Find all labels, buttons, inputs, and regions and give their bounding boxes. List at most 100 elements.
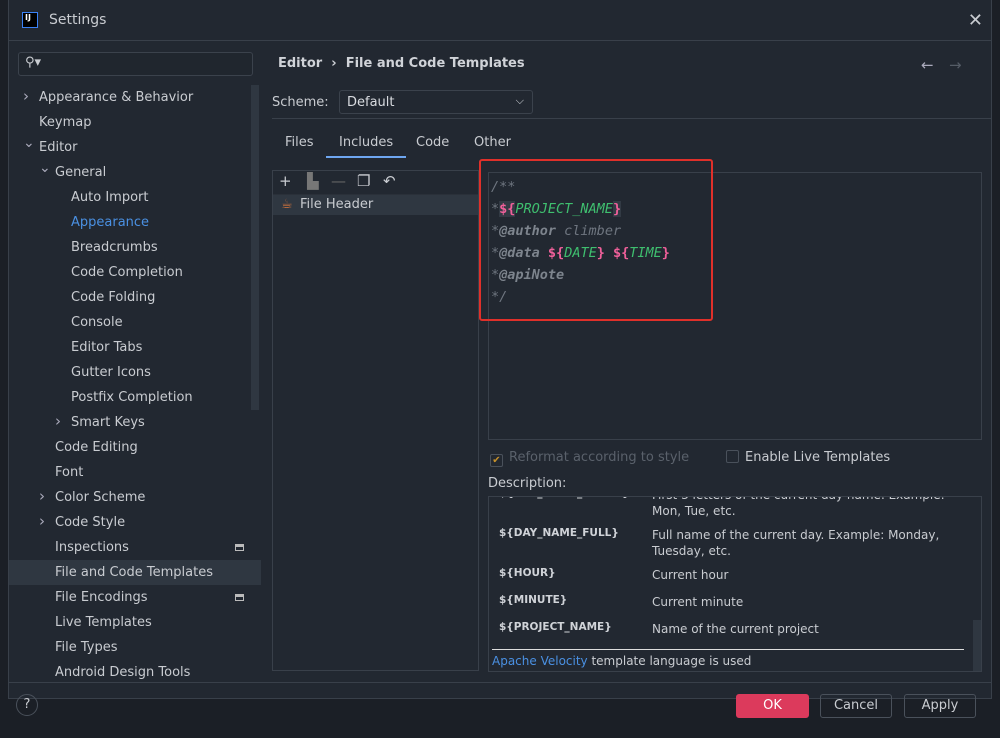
sidebar-item-file-and-code-templates[interactable]: File and Code Templates [9,560,261,585]
back-arrow-icon[interactable]: ← [921,56,934,74]
sidebar-item-console[interactable]: Console [9,310,261,335]
sidebar: Android Design Tools File Types Live Templ… [9,85,261,682]
cancel-button[interactable]: Cancel [820,694,892,718]
project-scope-icon [235,594,244,601]
copy-icon[interactable]: ❐ [357,172,370,190]
sidebar-item-label: Breadcrumbs [71,240,158,255]
breadcrumb-separator: › [331,56,337,71]
sidebar-item-editor[interactable]: ⌄ Editor [9,135,261,160]
scheme-label: Scheme: [272,95,329,110]
sidebar-item-smart-keys[interactable]: › Smart Keys [9,410,261,435]
scheme-value: Default [347,95,395,110]
sidebar-item-label: Console [71,315,123,330]
apply-button[interactable]: Apply [904,694,976,718]
settings-dialog: IJ Settings ✕ ⚲▾ Android Design Tools Fil… [8,0,992,699]
sidebar-item-live-templates[interactable]: Live Templates [9,610,261,635]
sidebar-item-label: Code Folding [71,290,156,305]
sidebar-item-label: Keymap [39,115,92,130]
sidebar-item-label: File and Code Templates [55,565,213,580]
scheme-dropdown[interactable]: Default ⌵ [339,90,533,114]
sidebar-item-android-design-tools[interactable]: Android Design Tools [9,660,261,682]
sidebar-item-inspections[interactable]: Inspections [9,535,261,560]
app-logo: IJ [22,12,38,28]
add-icon[interactable]: + [279,172,292,190]
live-templates-label: Enable Live Templates [745,450,891,465]
description-footer: Apache Velocity template language is use… [492,654,752,668]
title-bar: IJ Settings ✕ [9,0,991,41]
sidebar-item-label: Postfix Completion [71,390,193,405]
tab-files[interactable]: Files [285,135,314,158]
forward-arrow-icon[interactable]: → [949,56,962,74]
sidebar-item-label: Appearance & Behavior [39,90,194,105]
sidebar-item-label: Code Editing [55,440,138,455]
sidebar-item-code-style[interactable]: › Code Style [9,510,261,535]
close-icon[interactable]: ✕ [968,10,983,31]
template-toolbar: + ▙ — ❐ ↶ [273,171,478,195]
sidebar-item-file-types[interactable]: File Types [9,635,261,660]
template-name: File Header [300,197,374,212]
project-scope-icon [235,544,244,551]
breadcrumb-parent[interactable]: Editor [278,56,322,71]
description-panel: ${DAY_NAME_SHORT}First 3 letters of the … [488,496,982,672]
sidebar-item-label: Gutter Icons [71,365,151,380]
chevron-right-icon[interactable]: › [39,509,45,534]
tab-code[interactable]: Code [416,135,449,158]
sidebar-item-font[interactable]: Font [9,460,261,485]
sidebar-item-label: Code Completion [71,265,183,280]
sidebar-item-keymap[interactable]: Keymap [9,110,261,135]
sidebar-item-label: Editor Tabs [71,340,143,355]
reset-icon[interactable]: ↶ [383,172,396,190]
template-item-file-header[interactable]: ☕ File Header [273,195,478,215]
reformat-checkbox[interactable]: ✔ Reformat according to style [490,450,689,467]
chevron-right-icon[interactable]: › [23,85,29,109]
sidebar-scrollbar[interactable] [251,85,259,410]
sidebar-item-auto-import[interactable]: Auto Import [9,185,261,210]
sidebar-item-label: Android Design Tools [55,665,191,680]
checkbox-box [726,450,739,463]
sidebar-item-code-folding[interactable]: Code Folding [9,285,261,310]
sidebar-item-label: File Encodings [55,590,148,605]
description-label: Description: [488,476,567,491]
description-scrollbar[interactable] [973,620,981,671]
sidebar-item-file-encodings[interactable]: File Encodings [9,585,261,610]
tab-includes[interactable]: Includes [326,135,407,158]
sidebar-item-appearance[interactable]: Appearance [9,210,261,235]
sidebar-item-label: Code Style [55,515,126,530]
sidebar-item-label: Editor [39,140,78,155]
sidebar-item-general[interactable]: ⌄ General [9,160,261,185]
sidebar-item-color-scheme[interactable]: › Color Scheme [9,485,261,510]
checkmark-icon: ✔ [490,454,503,467]
enable-live-templates-checkbox[interactable]: Enable Live Templates [726,450,890,465]
sidebar-item-code-editing[interactable]: Code Editing [9,435,261,460]
sidebar-item-label: Color Scheme [55,490,146,505]
sidebar-item-gutter-icons[interactable]: Gutter Icons [9,360,261,385]
add-child-icon[interactable]: ▙ [307,172,319,190]
sidebar-item-code-completion[interactable]: Code Completion [9,260,261,285]
tab-other[interactable]: Other [474,135,511,158]
chevron-right-icon[interactable]: › [55,409,61,434]
sidebar-item-editor-tabs[interactable]: Editor Tabs [9,335,261,360]
sidebar-item-label: Auto Import [71,190,149,205]
highlight-annotation-box [479,159,713,321]
remove-icon[interactable]: — [331,172,346,190]
sidebar-item-appearance-behavior[interactable]: › Appearance & Behavior [9,85,261,110]
sidebar-item-label: Font [55,465,84,480]
search-icon: ⚲▾ [25,55,42,70]
tab-bar: Files Includes Code Other [272,118,992,158]
template-list-panel: + ▙ — ❐ ↶ ☕ File Header [272,170,479,671]
chevron-right-icon[interactable]: › [39,484,45,509]
breadcrumb-current: File and Code Templates [345,56,525,71]
apache-velocity-link[interactable]: Apache Velocity [492,654,588,668]
divider [492,649,964,650]
sidebar-item-postfix-completion[interactable]: Postfix Completion [9,385,261,410]
sidebar-item-label: Smart Keys [71,415,145,430]
search-input[interactable]: ⚲▾ [18,52,253,76]
sidebar-item-label: Appearance [71,215,150,230]
sidebar-item-label: File Types [55,640,118,655]
reformat-label: Reformat according to style [509,450,690,465]
ok-button[interactable]: OK [736,694,809,718]
breadcrumb: Editor › File and Code Templates [278,56,525,71]
sidebar-item-breadcrumbs[interactable]: Breadcrumbs [9,235,261,260]
help-button[interactable]: ? [16,694,38,716]
coffee-cup-icon: ☕ [281,197,293,212]
